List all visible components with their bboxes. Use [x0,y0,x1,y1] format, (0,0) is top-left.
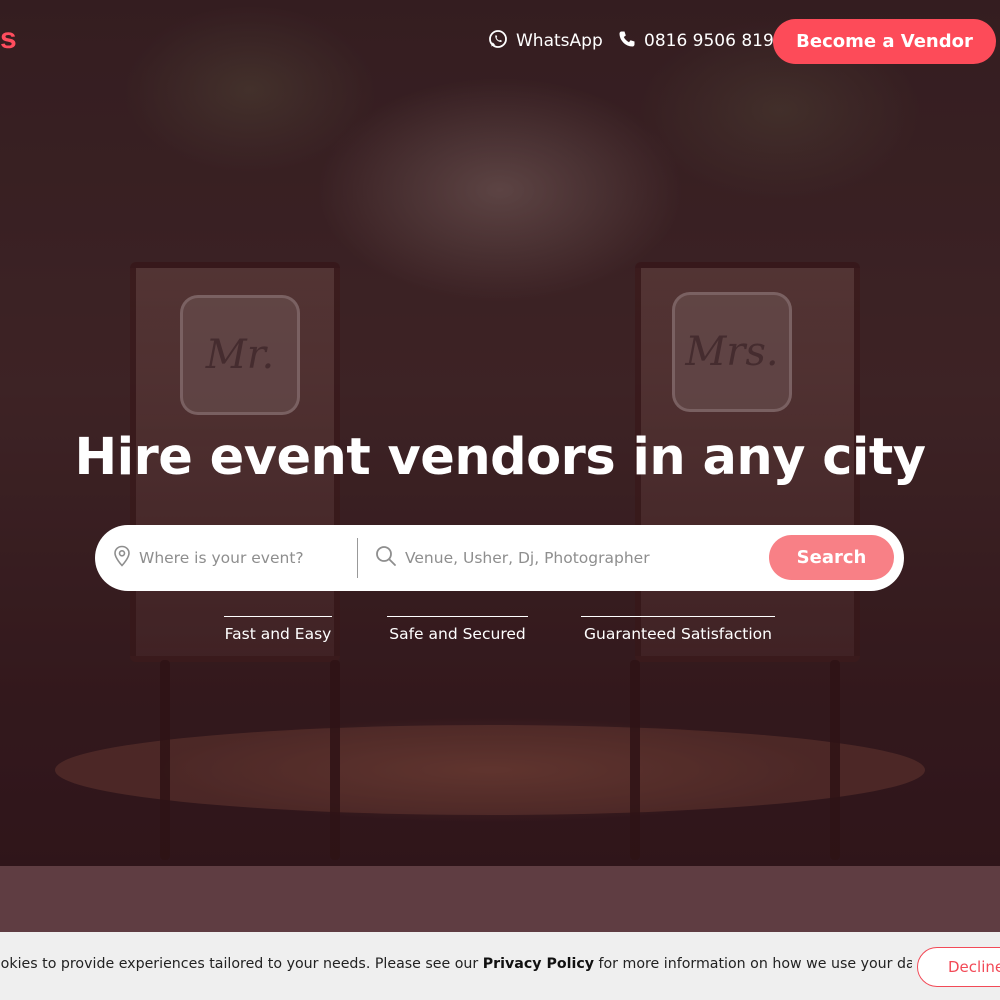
search-button[interactable]: Search [769,535,894,580]
location-input[interactable] [139,549,353,567]
phone-number: 0816 9506 819 [644,31,774,51]
search-bar: Search [95,525,904,591]
feature-safe-and-secured: Safe and Secured [387,616,528,643]
site-logo[interactable]: s [0,22,17,56]
cookie-text-before: ookies to provide experiences tailored t… [0,956,483,972]
feature-guaranteed-satisfaction: Guaranteed Satisfaction [581,616,775,643]
phone-icon [618,30,636,53]
privacy-policy-link[interactable]: Privacy Policy [483,956,594,972]
cookie-banner: ookies to provide experiences tailored t… [0,932,1000,1000]
whatsapp-icon [488,29,508,54]
phone-link[interactable]: 0816 9506 819 [618,28,774,54]
location-pin-icon [113,545,131,571]
whatsapp-label: WhatsApp [516,31,603,51]
cookie-message: ookies to provide experiences tailored t… [0,956,912,972]
decline-button[interactable]: Decline [917,947,1000,987]
search-divider [357,538,358,578]
service-input[interactable] [405,549,755,567]
become-vendor-button[interactable]: Become a Vendor [773,19,996,64]
whatsapp-link[interactable]: WhatsApp [488,28,603,54]
search-icon [375,545,397,571]
location-field [113,525,353,591]
service-field [375,525,755,591]
cookie-text-after: for more information on how we use your … [593,956,912,972]
feature-fast-and-easy: Fast and Easy [224,616,332,643]
hero-title: Hire event vendors in any city [74,428,926,487]
